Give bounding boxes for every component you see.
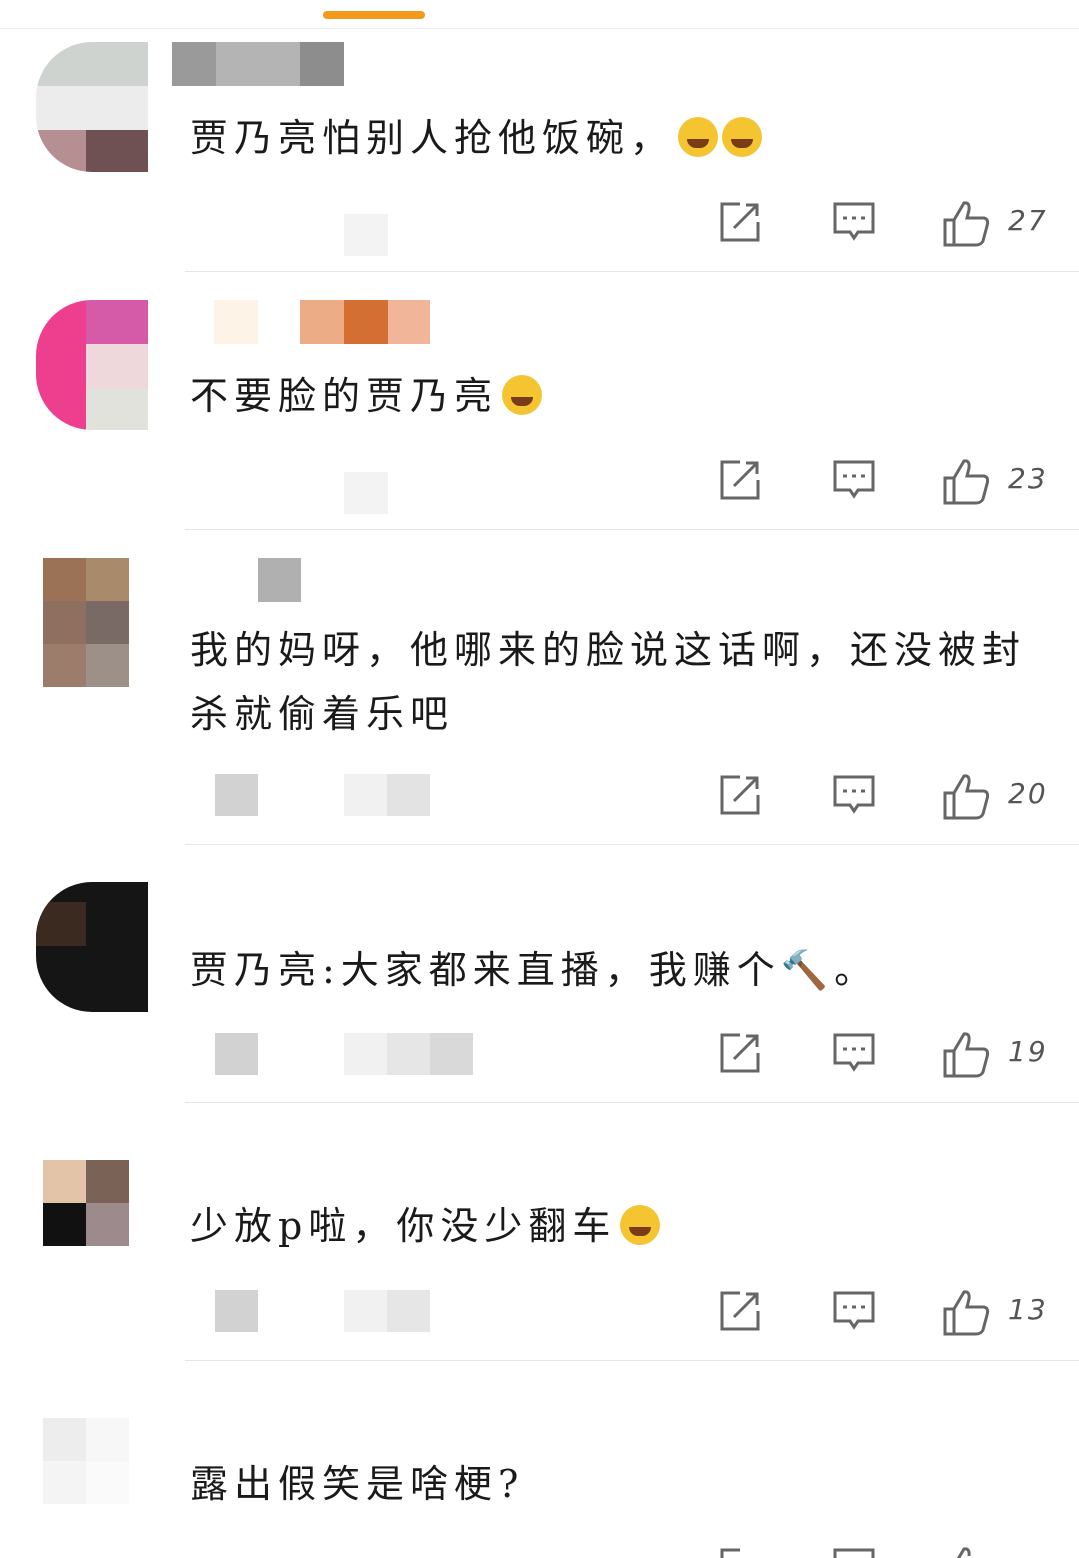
comment-icon[interactable] <box>832 458 876 502</box>
comment-actions <box>700 1546 1060 1558</box>
comment-text: 我的妈呀，他哪来的脸说这话啊，还没被封杀就偷着乐吧 <box>190 628 1027 736</box>
share-icon[interactable] <box>718 458 762 502</box>
hammer-emoji: 🔨 <box>780 948 835 992</box>
comment-text: 露出假笑是啥梗? <box>190 1462 525 1506</box>
thumbs-up-icon[interactable] <box>942 458 992 506</box>
crying-emoji <box>502 375 543 415</box>
comment-text: 少放p啦，你没少翻车 <box>190 1194 1050 1258</box>
comment-actions: 20 <box>700 773 1060 823</box>
active-tab-indicator <box>323 11 425 19</box>
like-count: 13 <box>1008 1293 1048 1326</box>
comment-divider <box>185 1360 1079 1361</box>
comment-icon[interactable] <box>832 1546 876 1558</box>
grin-emoji <box>620 1205 661 1245</box>
share-icon[interactable] <box>718 1546 762 1558</box>
comment-actions: 23 <box>700 458 1060 508</box>
like-count: 19 <box>1008 1035 1048 1068</box>
comment-actions: 13 <box>700 1289 1060 1339</box>
comment-icon[interactable] <box>832 1031 876 1075</box>
header-divider <box>0 28 1079 29</box>
comment-text: 贾乃亮:大家都来直播，我赚个🔨。 <box>190 938 1050 1002</box>
thumbs-up-icon[interactable] <box>942 1289 992 1337</box>
comment-icon[interactable] <box>832 773 876 817</box>
thumbs-up-icon[interactable] <box>942 200 992 248</box>
laugh-cry-emoji <box>678 117 719 157</box>
like-count: 27 <box>1008 204 1048 237</box>
share-icon[interactable] <box>718 1031 762 1075</box>
comment-actions: 27 <box>700 200 1060 250</box>
like-count: 20 <box>1008 777 1048 810</box>
thumbs-up-icon[interactable] <box>942 1546 992 1558</box>
laugh-cry-emoji <box>722 117 763 157</box>
share-icon[interactable] <box>718 773 762 817</box>
comment-divider <box>185 1102 1079 1103</box>
share-icon[interactable] <box>718 1289 762 1333</box>
comment-icon[interactable] <box>832 1289 876 1333</box>
comment-divider <box>185 844 1079 845</box>
like-count: 23 <box>1008 462 1048 495</box>
avatar[interactable] <box>36 42 148 172</box>
comment-icon[interactable] <box>832 200 876 244</box>
thumbs-up-icon[interactable] <box>942 773 992 821</box>
comment-text: 贾乃亮怕别人抢他饭碗， <box>190 106 1050 170</box>
avatar[interactable] <box>36 300 148 430</box>
comment-text: 不要脸的贾乃亮 <box>190 364 1050 428</box>
avatar[interactable] <box>36 882 148 1012</box>
avatar[interactable] <box>43 1160 129 1246</box>
comment-actions: 19 <box>700 1031 1060 1081</box>
avatar[interactable] <box>43 1418 129 1504</box>
share-icon[interactable] <box>718 200 762 244</box>
comment-divider <box>185 271 1079 272</box>
thumbs-up-icon[interactable] <box>942 1031 992 1079</box>
avatar[interactable] <box>43 558 129 688</box>
comment-divider <box>185 529 1079 530</box>
